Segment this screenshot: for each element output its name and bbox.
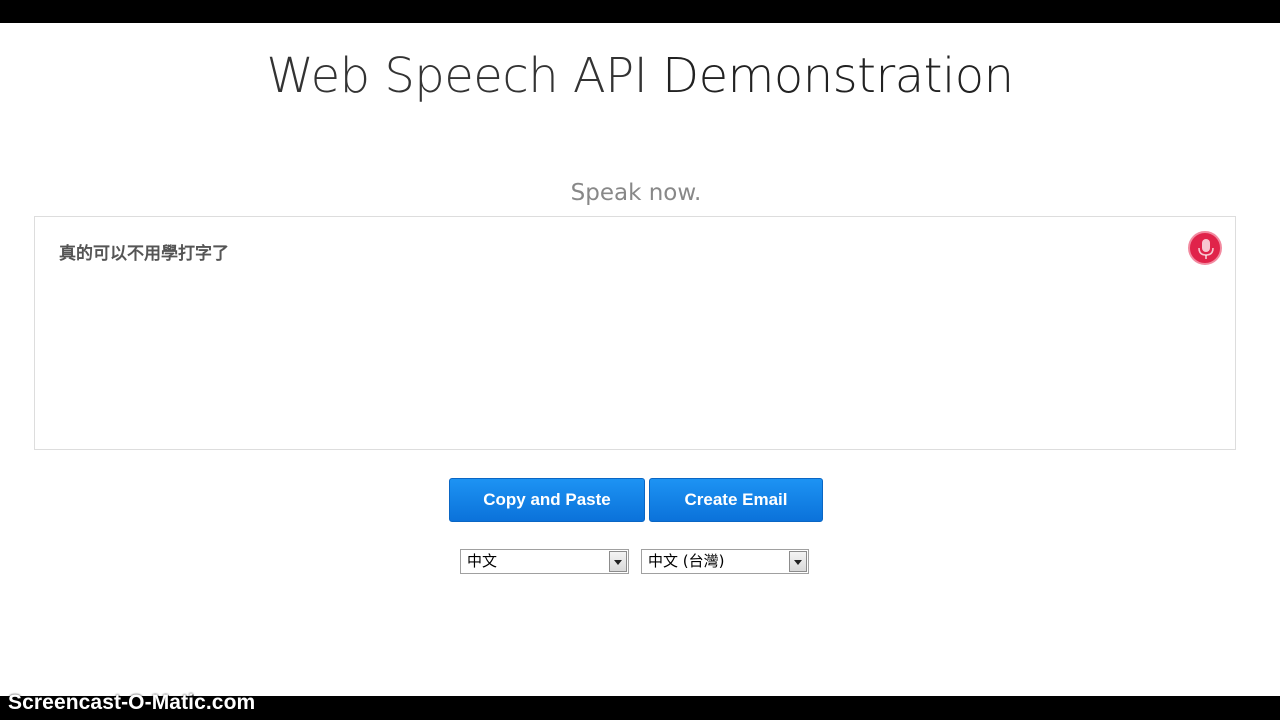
status-message: Speak now. <box>570 180 702 206</box>
screencast-watermark: Screencast-O-Matic.com <box>8 691 256 714</box>
language-select[interactable]: 中文 <box>460 549 629 574</box>
dialect-select-value: 中文 (台灣) <box>648 552 725 570</box>
page-title-main: Web Speech API <box>266 48 648 104</box>
copy-and-paste-button[interactable]: Copy and Paste <box>449 478 645 522</box>
transcript-text: 真的可以不用學打字了 <box>59 244 229 264</box>
page-title: Web Speech API Demonstration <box>0 48 1280 104</box>
chevron-down-icon[interactable] <box>609 551 627 572</box>
mic-button[interactable] <box>1188 231 1222 265</box>
page-title-rest: Demonstration <box>647 48 1014 104</box>
language-select-value: 中文 <box>467 552 498 570</box>
results-box[interactable]: 真的可以不用學打字了 <box>34 216 1236 450</box>
chevron-down-icon[interactable] <box>789 551 807 572</box>
create-email-button[interactable]: Create Email <box>649 478 823 522</box>
microphone-icon <box>1198 239 1214 259</box>
dialect-select[interactable]: 中文 (台灣) <box>641 549 809 574</box>
recording-top-bar <box>0 0 1280 23</box>
